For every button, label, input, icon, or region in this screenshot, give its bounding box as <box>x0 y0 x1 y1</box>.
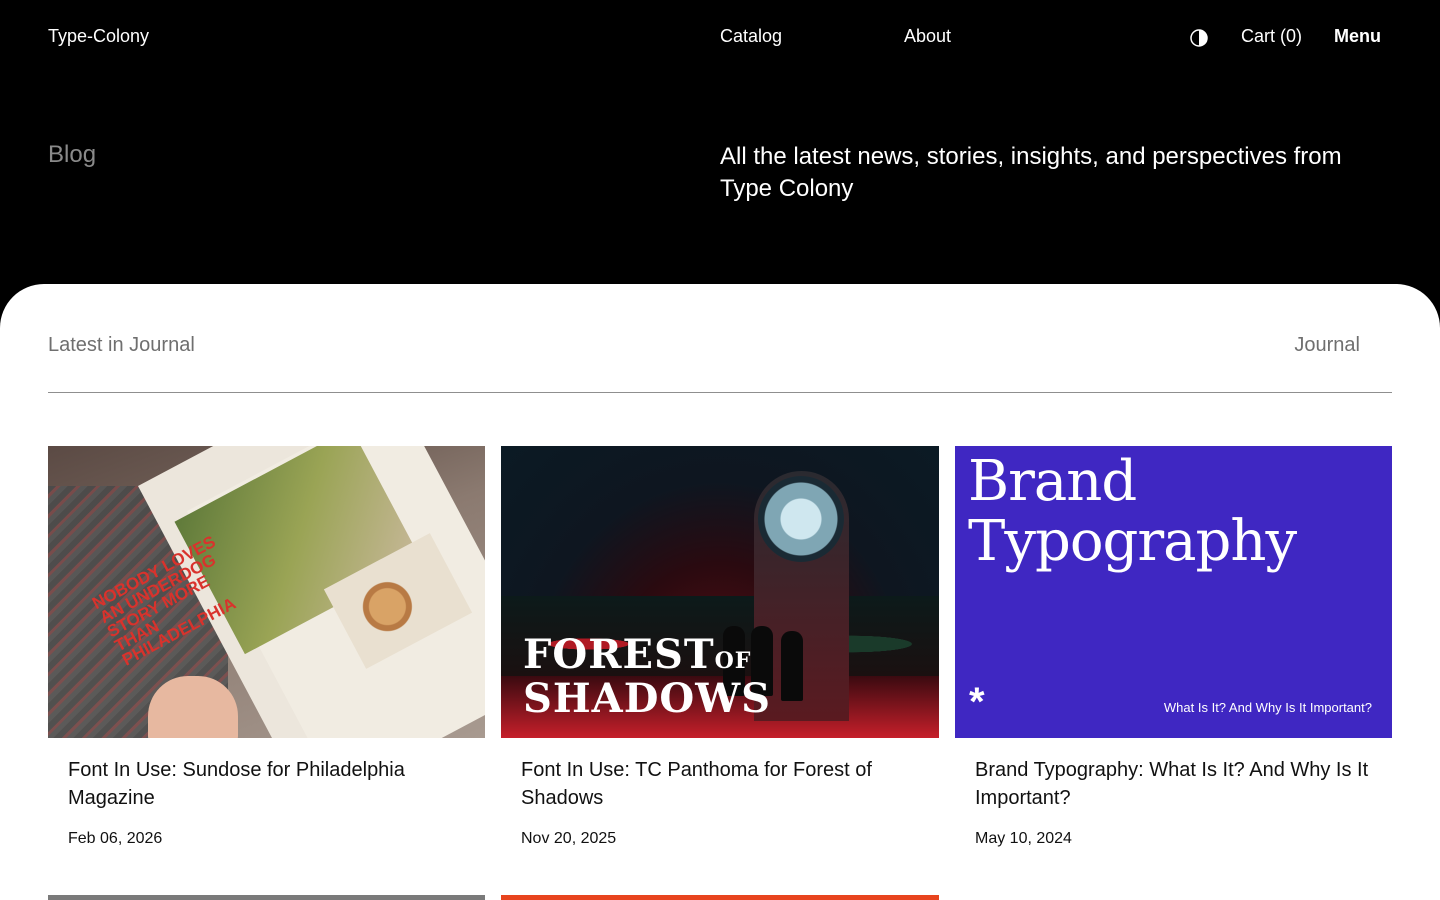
article-card[interactable]: FORESTOF SHADOWS Font In Use: TC Panthom… <box>501 446 939 848</box>
page-title: Blog <box>48 141 97 168</box>
article-card[interactable]: NOBODY LOVES AN UNDERDOG STORY MORE THAN… <box>48 446 485 848</box>
contrast-icon[interactable] <box>1190 29 1208 47</box>
content-panel: Latest in Journal Journal NOBODY LOVES A… <box>0 284 1440 900</box>
asterisk-icon: * <box>969 680 985 724</box>
face-screen <box>758 476 844 562</box>
menu-button[interactable]: Menu <box>1334 26 1381 47</box>
article-title[interactable]: Brand Typography: What Is It? And Why Is… <box>975 756 1372 812</box>
journal-link[interactable]: Journal <box>1294 334 1360 357</box>
hand-image <box>148 676 238 738</box>
forest-of-shadows-title: FORESTOF SHADOWS <box>523 631 772 722</box>
article-date: Feb 06, 2026 <box>68 830 163 847</box>
brand-logo[interactable]: Type-Colony <box>48 26 149 47</box>
article-title[interactable]: Font In Use: TC Panthoma for Forest of S… <box>521 756 919 812</box>
article-date: Nov 20, 2025 <box>521 830 617 847</box>
section-heading: Latest in Journal <box>48 334 195 356</box>
article-thumbnail-partial[interactable] <box>48 895 485 900</box>
nav-catalog[interactable]: Catalog <box>720 26 782 47</box>
nav-about[interactable]: About <box>904 26 951 47</box>
article-title[interactable]: Font In Use: Sundose for Philadelphia Ma… <box>68 756 465 812</box>
article-thumbnail[interactable]: Brand Typography * What Is It? And Why I… <box>955 446 1392 738</box>
person-silhouette <box>781 631 803 701</box>
divider <box>48 392 1392 393</box>
article-card[interactable]: Brand Typography * What Is It? And Why I… <box>955 446 1392 848</box>
cart-link[interactable]: Cart (0) <box>1241 26 1302 47</box>
article-thumbnail[interactable]: FORESTOF SHADOWS <box>501 446 939 738</box>
article-date: May 10, 2024 <box>975 830 1072 847</box>
page-description: All the latest news, stories, insights, … <box>720 143 1342 202</box>
article-thumbnail[interactable]: NOBODY LOVES AN UNDERDOG STORY MORE THAN… <box>48 446 485 738</box>
thumbnail-tagline: What Is It? And Why Is It Important? <box>1163 700 1372 715</box>
article-thumbnail-partial[interactable] <box>501 895 939 900</box>
top-bar: Type-Colony Catalog About Cart (0) Menu <box>0 0 1440 76</box>
brand-typography-heading: Brand Typography <box>968 449 1297 574</box>
